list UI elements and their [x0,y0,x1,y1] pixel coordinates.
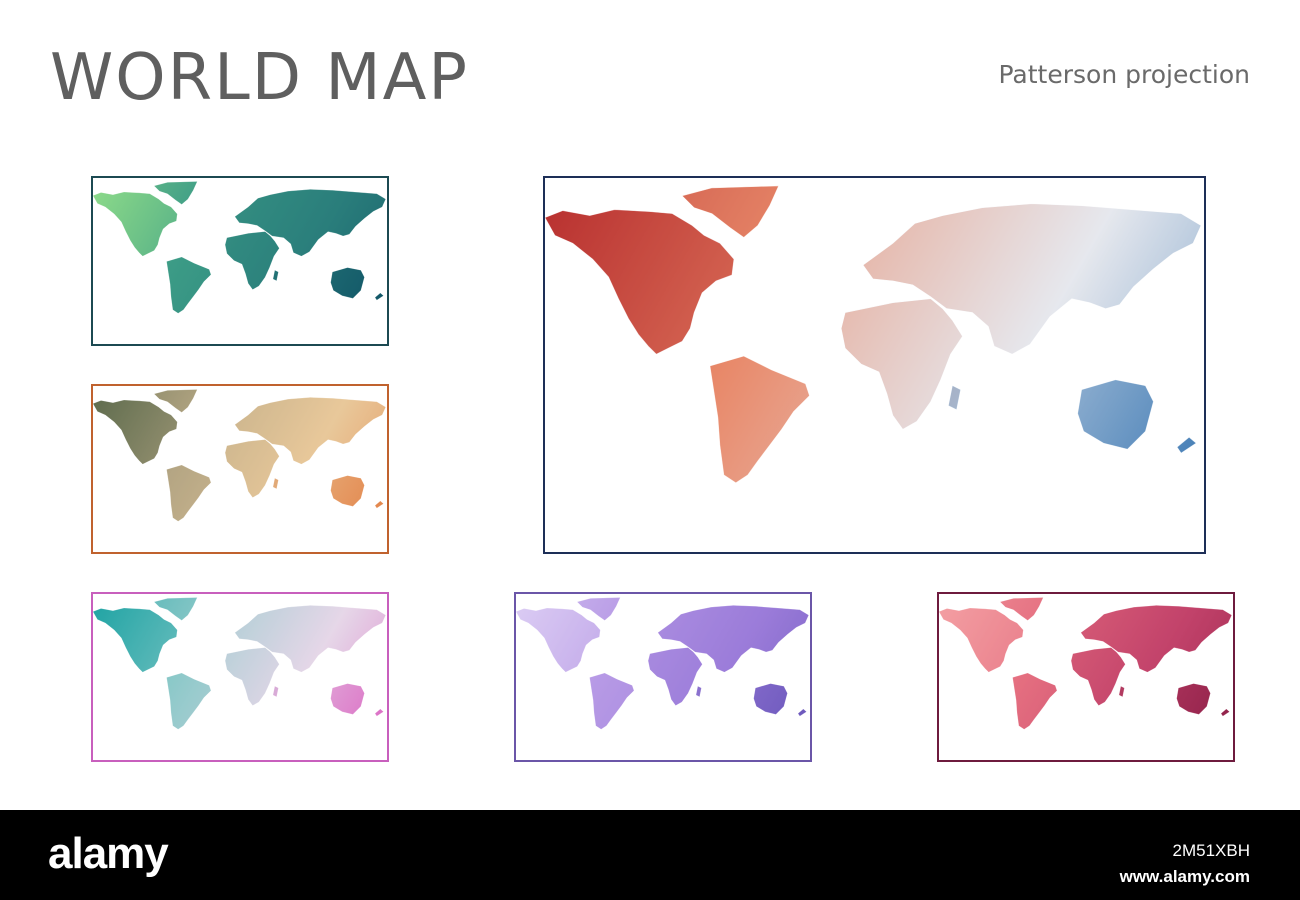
map-main [543,176,1206,554]
alamy-logo: alamy [48,829,169,878]
world-map-teal-pink [93,597,386,730]
landmass-facet-madagascar [948,385,961,410]
landmass-facet-madagascar [1119,686,1125,697]
landmass-facet-africa [1071,647,1126,706]
alamy-url: www.alamy.com [1119,867,1250,886]
landmass-facet-madagascar [273,478,279,489]
landmass-facet-south-america [589,673,634,730]
landmass-facet-south-america [166,465,211,522]
landmass-facet-north-america [939,608,1024,673]
landmass-facet-south-america [709,356,810,483]
landmass-facet-south-america [166,257,211,314]
landmass-facet-south-america [166,673,211,730]
world-map-main [545,185,1202,484]
world-map-green [93,181,386,314]
page-title: WORLD MAP [50,41,469,115]
landmass-facet-australia [330,475,365,507]
landmass-facet-africa [225,231,280,290]
landmass-facet-australia [753,683,788,715]
map-teal-pink [91,592,389,762]
watermark-bar: alamy 2M51XBH www.alamy.com [0,810,1300,900]
projection-subtitle: Patterson projection [998,60,1250,89]
landmass-facet-north-america [516,608,601,673]
map-green [91,176,389,346]
landmass-facet-australia [330,267,365,299]
landmass-facet-africa [648,647,703,706]
world-map-olive-orange [93,389,386,522]
landmass-facet-africa [841,298,963,430]
map-olive-orange [91,384,389,554]
map-pink-crimson [937,592,1235,762]
image-id: 2M51XBH [1172,841,1250,860]
landmass-facet-north-america [545,209,734,355]
landmass-facet-australia [330,683,365,715]
landmass-facet-madagascar [696,686,702,697]
landmass-facet-south-america [1012,673,1057,730]
landmass-facet-madagascar [273,270,279,281]
landmass-facet-africa [225,647,280,706]
world-map-pink-crimson [939,597,1232,730]
landmass-facet-australia [1176,683,1211,715]
landmass-facet-north-america [93,608,178,673]
world-map-lavender-violet [516,597,809,730]
map-lavender-violet [514,592,812,762]
landmass-facet-africa [225,439,280,498]
landmass-facet-australia [1077,379,1154,450]
landmass-facet-north-america [93,192,178,257]
landmass-facet-north-america [93,400,178,465]
landmass-facet-madagascar [273,686,279,697]
